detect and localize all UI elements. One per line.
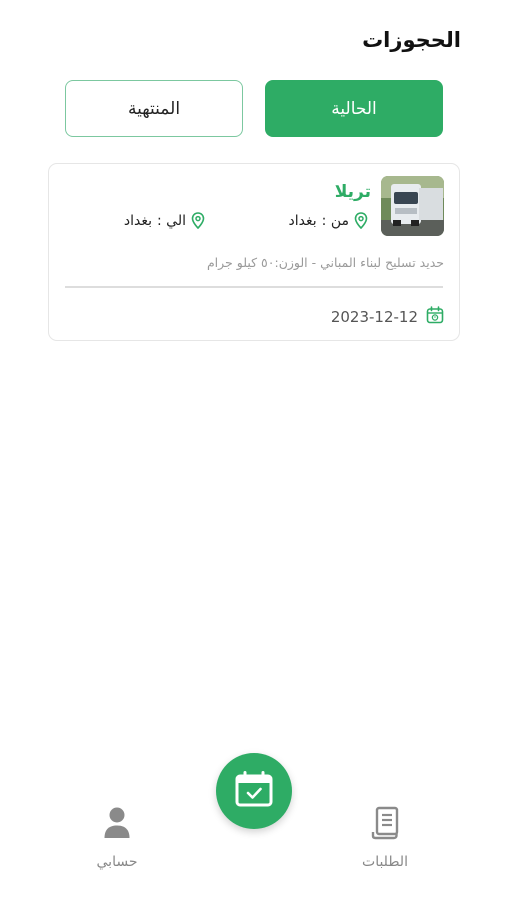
- booking-date: 2023-12-12: [330, 308, 418, 326]
- page-title: الحجوزات: [362, 28, 461, 52]
- nav-orders-label: الطلبات: [362, 854, 408, 870]
- user-icon: [67, 806, 167, 844]
- to-city: بغداد: [123, 212, 152, 229]
- bookings-fab[interactable]: [216, 753, 292, 829]
- cargo-description: حديد تسليح لبناء المباني - الوزن:٥٠ كيلو…: [206, 255, 444, 270]
- booking-card[interactable]: تريلا من : بغداد الي : بغداد حديد تسليح …: [48, 163, 460, 341]
- receipt-icon: [335, 806, 435, 844]
- booking-date-row: 2023-12-12: [331, 306, 444, 328]
- nav-account[interactable]: حسابي: [67, 806, 167, 870]
- from-label: من :: [321, 212, 349, 229]
- calendar-icon: [426, 306, 444, 328]
- vehicle-name: تريلا: [334, 182, 371, 202]
- tab-finished[interactable]: المنتهية: [65, 80, 243, 137]
- booking-tabs: الحالية المنتهية: [65, 80, 443, 140]
- from-city: بغداد: [288, 212, 317, 229]
- bottom-navigation: الطلبات حسابي: [0, 740, 507, 900]
- nav-orders[interactable]: الطلبات: [335, 806, 435, 870]
- to-location: الي : بغداد: [123, 212, 205, 230]
- calendar-check-icon: [235, 771, 273, 811]
- nav-account-label: حسابي: [96, 854, 138, 870]
- location-pin-icon: [191, 212, 205, 230]
- card-divider: [65, 286, 443, 288]
- from-location: من : بغداد: [288, 212, 368, 230]
- truck-thumbnail: [381, 176, 444, 236]
- tab-current[interactable]: الحالية: [265, 80, 443, 137]
- to-label: الي :: [157, 212, 186, 229]
- location-pin-icon: [354, 212, 368, 230]
